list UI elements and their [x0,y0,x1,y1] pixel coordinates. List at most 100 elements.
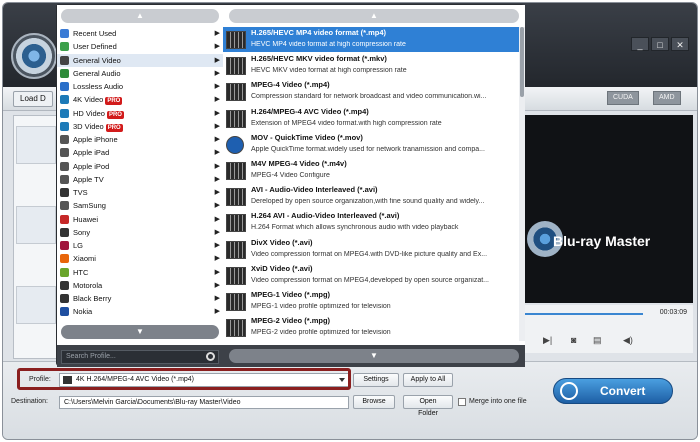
category-item[interactable]: Recent Used ▶ [57,27,223,40]
close-button[interactable]: ✕ [671,37,689,51]
format-scroll-down-button[interactable]: ▼ [229,349,519,363]
category-item[interactable]: Black Berry ▶ [57,292,223,305]
category-item[interactable]: HD Video PRO ▶ [57,107,223,120]
category-item[interactable]: Xiaomi ▶ [57,252,223,265]
quicktime-icon [226,135,244,154]
format-name: MOV - QuickTime Video (*.mov) [251,132,363,142]
format-item[interactable]: DivX Video (*.avi) Video compression form… [223,237,519,263]
chevron-right-icon: ▶ [214,43,220,51]
playback-progress[interactable] [523,313,643,315]
chevron-right-icon: ▶ [214,189,220,196]
window-controls: _ □ ✕ [631,37,689,51]
minimize-button[interactable]: _ [631,37,649,51]
cuda-toggle[interactable]: CUDA [607,91,639,105]
settings-button[interactable]: Settings [353,373,399,387]
category-item[interactable]: User Defined ▶ [57,40,223,53]
category-item[interactable]: Motorola ▶ [57,279,223,292]
category-label: Recent Used [73,29,117,38]
format-item[interactable]: MPEG-2 Video (*.mpg) MPEG-2 video profile… [223,315,519,341]
browse-button[interactable]: Browse [353,395,395,409]
search-profile-input[interactable]: Search Profile... [61,350,219,364]
category-item[interactable]: SamSung ▶ [57,199,223,212]
category-item[interactable]: LG ▶ [57,239,223,252]
category-label: User Defined [73,42,117,52]
folder-icon[interactable]: ▤ [593,335,602,346]
volume-icon[interactable]: ◀) [623,335,633,346]
category-item[interactable]: Nokia ▶ [57,305,223,318]
format-item[interactable]: H.264/MPEG-4 AVC Video (*.mp4) Extension … [223,106,519,132]
file-list [13,115,59,359]
merge-checkbox[interactable] [458,398,466,406]
category-item[interactable]: General Audio ▶ [57,67,223,80]
category-icon [60,214,69,224]
app-logo-icon [11,33,57,79]
format-scrollbar[interactable] [519,27,525,341]
amd-toggle[interactable]: AMD [653,91,681,105]
format-item[interactable]: AVI - Audio-Video Interleaved (*.avi) Der… [223,184,519,211]
category-icon [60,254,69,264]
format-name: AVI - Audio-Video Interleaved (*.avi) [251,185,378,195]
category-item[interactable]: Huawei ▶ [57,213,223,226]
category-label: General Video [73,55,121,65]
load-disc-button[interactable]: Load D [13,91,53,107]
category-label: Apple TV [73,174,104,184]
chevron-right-icon: ▶ [214,109,220,117]
category-icon [60,148,69,158]
category-item[interactable]: 4K Video PRO ▶ [57,93,223,106]
category-item[interactable]: Apple iPod ▶ [57,160,223,173]
format-item[interactable]: XviD Video (*.avi) Video compression form… [223,263,519,289]
open-folder-button[interactable]: Open Folder [403,395,453,417]
destination-input[interactable]: C:\Users\Melvin Garcia\Documents\Blu-ray… [59,396,349,409]
category-label: Sony [73,227,91,237]
format-description: Video compression format on MPEG4.with D… [251,250,488,258]
category-label: HTC [73,267,89,277]
format-scroll-up-button[interactable]: ▲ [229,9,519,23]
category-item[interactable]: HTC ▶ [57,266,223,279]
category-icon [60,201,69,211]
category-label: Nokia [73,307,93,317]
search-icon[interactable] [206,352,215,361]
convert-label: Convert [600,384,646,398]
category-item[interactable]: TVS ▶ [57,186,223,199]
category-item[interactable]: Apple iPad ▶ [57,146,223,159]
next-frame-icon[interactable]: ▶| [543,335,552,346]
category-item[interactable]: Lossless Audio ▶ [57,80,223,93]
category-label: Apple iPhone [73,135,118,144]
maximize-button[interactable]: □ [651,37,669,51]
category-item[interactable]: Apple iPhone ▶ [57,133,223,146]
category-label: 4K Video [73,95,104,105]
category-item[interactable]: Apple TV ▶ [57,173,223,186]
format-item[interactable]: MOV - QuickTime Video (*.mov) Apple Quick… [223,132,519,158]
format-panel: ▲ H.265/HEVC MP4 video format (*.mp4) HEV… [223,5,525,367]
format-item[interactable]: H.265/HEVC MP4 video format (*.mp4) HEVC … [223,27,519,54]
format-name: MPEG-2 Video (*.mpg) [251,316,331,326]
chevron-right-icon: ▶ [214,83,220,90]
category-scroll-down-button[interactable]: ▼ [61,325,219,339]
format-item[interactable]: H.264 AVI - Audio-Video Interleaved (*.a… [223,210,519,237]
format-item[interactable]: H.265/HEVC MKV video format (*.mkv) HEVC … [223,53,519,80]
snapshot-icon[interactable]: ◙ [571,335,576,345]
format-item[interactable]: MPEG-1 Video (*.mpg) MPEG-1 video profile… [223,289,519,316]
category-scroll-up-button[interactable]: ▲ [61,9,219,23]
format-description: Dereloped by open source organization,wi… [251,198,485,206]
chevron-right-icon: ▶ [214,295,220,302]
format-item[interactable]: M4V MPEG-4 Video (*.m4v) MPEG-4 Video Con… [223,158,519,185]
category-item[interactable]: 3D Video PRO ▶ [57,120,223,133]
file-row[interactable] [16,126,56,164]
category-icon [60,280,69,290]
format-description: HEVC MKV video format at high compressio… [251,67,407,75]
file-row[interactable] [16,286,56,324]
format-item[interactable]: MPEG-4 Video (*.mp4) Compression standard… [223,79,519,106]
scrollbar-thumb[interactable] [520,27,524,97]
category-item[interactable]: General Video ▶ [57,53,223,67]
category-label: Black Berry [73,294,112,303]
film-icon [226,319,246,338]
format-name: MPEG-4 Video (*.mp4) [251,80,330,90]
category-item[interactable]: Sony ▶ [57,226,223,239]
profile-menu: ▲ Recent Used ▶ User Defined ▶ General Video… [56,4,525,367]
pro-badge: PRO [105,97,123,106]
apply-to-all-button[interactable]: Apply to All [403,373,453,387]
file-row[interactable] [16,206,56,244]
convert-button[interactable]: Convert [553,378,673,404]
format-description: MPEG-1 video profile optimized for telev… [251,303,391,310]
